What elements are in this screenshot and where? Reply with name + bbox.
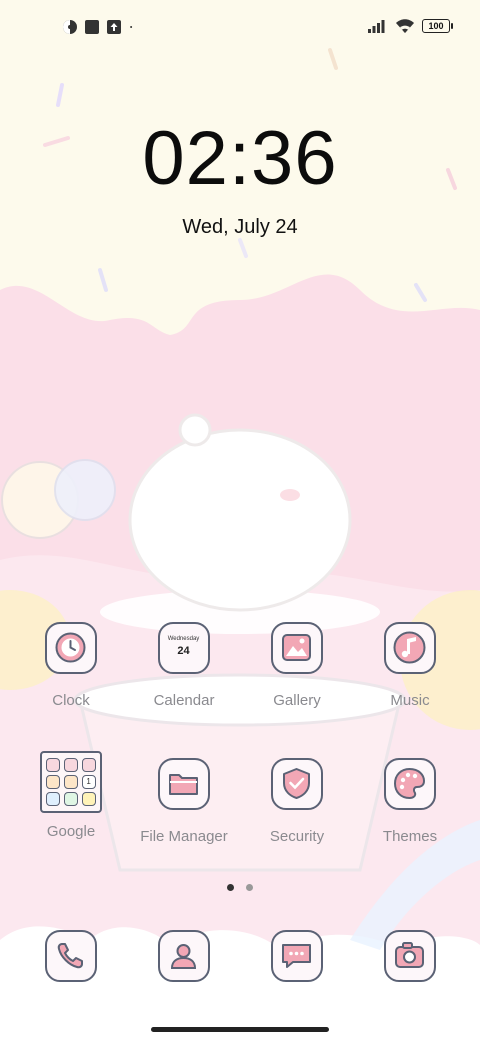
dock-messages[interactable] — [241, 930, 353, 982]
calendar-day: 24 — [177, 645, 190, 657]
status-bar: 100 — [0, 0, 480, 56]
music-icon — [384, 622, 436, 674]
app-themes[interactable]: Themes — [354, 758, 466, 845]
app-label: Gallery — [273, 692, 321, 709]
folder-app-icon — [46, 758, 61, 772]
clock-widget-date[interactable]: Wed, July 24 — [0, 216, 480, 239]
app-label: Music — [390, 692, 430, 709]
folder-app-icon — [63, 792, 78, 806]
battery-indicator: 100 — [422, 19, 453, 33]
clock-widget-time[interactable]: 02:36 — [0, 115, 480, 202]
square-icon — [85, 20, 99, 34]
dot-icon — [130, 26, 133, 28]
app-label: Calendar — [153, 692, 215, 709]
app-label: Security — [269, 828, 325, 845]
app-security[interactable]: Security — [241, 758, 353, 845]
palette-icon — [384, 758, 436, 810]
app-calendar[interactable]: Wednesday 24 Calendar — [128, 622, 240, 709]
folder-app-icon — [46, 775, 61, 789]
app-gallery[interactable]: Gallery — [241, 622, 353, 709]
app-label: Google — [46, 823, 96, 840]
folder-app-icon — [81, 758, 96, 772]
folder-icon — [158, 758, 210, 810]
page-dot[interactable] — [246, 884, 254, 891]
upload-icon — [107, 20, 121, 34]
notification-icons — [62, 19, 138, 35]
dock-camera[interactable] — [354, 930, 466, 982]
system-icons: 100 — [368, 18, 453, 34]
home-indicator[interactable] — [151, 1027, 329, 1032]
wifi-icon — [396, 19, 414, 33]
folder-app-icon — [46, 792, 61, 806]
clock-icon — [45, 622, 97, 674]
shield-icon — [271, 758, 323, 810]
app-folder-google[interactable]: 1 Google — [15, 751, 127, 840]
google-folder: 1 — [40, 751, 102, 813]
app-label: Themes — [382, 828, 438, 845]
folder-app-icon — [81, 792, 96, 806]
page-dot-active[interactable] — [226, 884, 234, 891]
dock-phone[interactable] — [15, 930, 127, 982]
phone-icon — [45, 930, 97, 982]
calendar-weekday: Wednesday — [167, 636, 200, 642]
app-label: File Manager — [140, 828, 228, 845]
pie-chart-icon — [63, 20, 77, 34]
folder-app-icon — [63, 775, 78, 789]
calendar-icon: Wednesday 24 — [158, 622, 210, 674]
contacts-icon — [158, 930, 210, 982]
app-music[interactable]: Music — [354, 622, 466, 709]
folder-app-icon — [63, 758, 78, 772]
messages-icon — [271, 930, 323, 982]
dock-contacts[interactable] — [128, 930, 240, 982]
app-file-manager[interactable]: File Manager — [128, 758, 240, 845]
gallery-icon — [271, 622, 323, 674]
signal-icon — [368, 20, 385, 33]
app-clock[interactable]: Clock — [15, 622, 127, 709]
app-label: Clock — [52, 692, 90, 709]
folder-app-icon: 1 — [81, 775, 96, 789]
page-indicator[interactable] — [0, 878, 480, 896]
camera-icon — [384, 930, 436, 982]
